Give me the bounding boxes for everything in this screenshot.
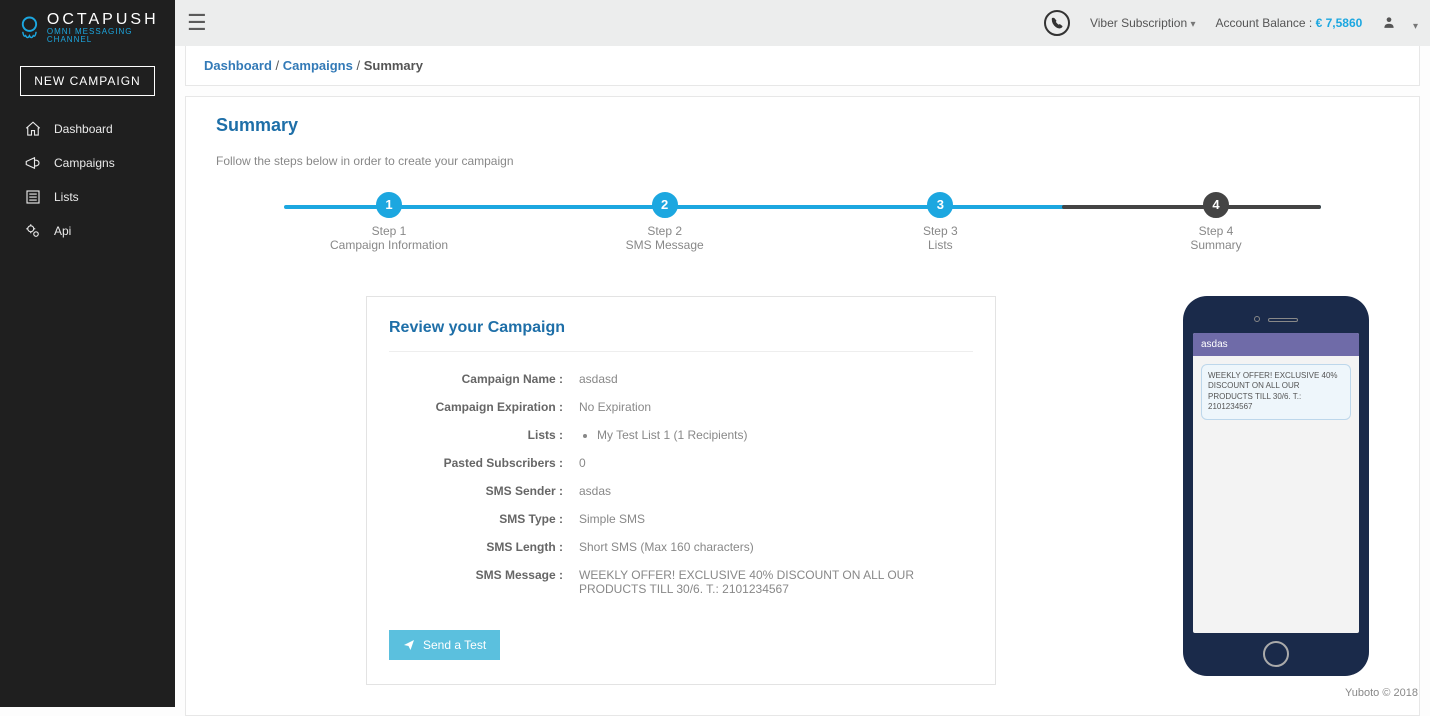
paper-plane-icon [403, 639, 415, 651]
sidebar-item-campaigns[interactable]: Campaigns [0, 146, 175, 180]
row-sender: SMS Sender : asdas [389, 484, 973, 498]
summary-panel: Summary Follow the steps below in order … [185, 96, 1420, 716]
sidebar-item-label: Dashboard [54, 122, 113, 136]
viber-label: Viber Subscription [1090, 16, 1187, 30]
brand-logo[interactable]: OCTAPUSH OMNI MESSAGING CHANNEL [0, 0, 175, 50]
step-3[interactable]: 3 Step 3 Lists [803, 192, 1079, 252]
list-icon [24, 188, 42, 206]
page-title: Summary [216, 115, 1389, 136]
viber-subscription-dropdown[interactable]: Viber Subscription ▾ [1090, 16, 1196, 30]
sidebar: OCTAPUSH OMNI MESSAGING CHANNEL NEW CAMP… [0, 0, 175, 707]
review-card: Review your Campaign Campaign Name : asd… [366, 296, 996, 685]
phone-home-button [1263, 641, 1289, 667]
brand-name: OCTAPUSH [47, 12, 165, 28]
step-wizard: 1 Step 1 Campaign Information 2 Step 2 S… [251, 192, 1354, 252]
sidebar-item-lists[interactable]: Lists [0, 180, 175, 214]
breadcrumb-campaigns[interactable]: Campaigns [283, 58, 353, 73]
sidebar-item-dashboard[interactable]: Dashboard [0, 112, 175, 146]
account-balance: Account Balance : € 7,5860 [1216, 16, 1363, 30]
phone-preview: asdas WEEKLY OFFER! EXCLUSIVE 40% DISCOU… [1183, 296, 1369, 676]
review-title: Review your Campaign [389, 319, 973, 352]
page-subtitle: Follow the steps below in order to creat… [216, 154, 1389, 168]
topbar: ☰ Viber Subscription ▾ Account Balance :… [175, 0, 1430, 46]
sidebar-item-api[interactable]: Api [0, 214, 175, 248]
sidebar-item-label: Api [54, 224, 71, 238]
row-expiration: Campaign Expiration : No Expiration [389, 400, 973, 414]
sidebar-item-label: Lists [54, 190, 79, 204]
breadcrumb-current: Summary [364, 58, 423, 73]
breadcrumb: Dashboard / Campaigns / Summary [185, 46, 1420, 86]
user-icon [1382, 15, 1396, 29]
sidebar-item-label: Campaigns [54, 156, 115, 170]
octapush-icon [18, 13, 41, 43]
content: Dashboard / Campaigns / Summary Summary … [175, 46, 1430, 707]
row-type: SMS Type : Simple SMS [389, 512, 973, 526]
user-menu[interactable]: ▾ [1382, 15, 1418, 32]
row-length: SMS Length : Short SMS (Max 160 characte… [389, 540, 973, 554]
home-icon [24, 120, 42, 138]
chevron-down-icon: ▾ [1413, 21, 1418, 32]
step-1[interactable]: 1 Step 1 Campaign Information [251, 192, 527, 252]
row-message: SMS Message : WEEKLY OFFER! EXCLUSIVE 40… [389, 568, 973, 596]
balance-value: € 7,5860 [1316, 16, 1363, 30]
breadcrumb-dashboard[interactable]: Dashboard [204, 58, 272, 73]
megaphone-icon [24, 154, 42, 172]
phone-sender: asdas [1193, 333, 1359, 356]
phone-message: WEEKLY OFFER! EXCLUSIVE 40% DISCOUNT ON … [1201, 364, 1351, 420]
gears-icon [24, 222, 42, 240]
step-2[interactable]: 2 Step 2 SMS Message [527, 192, 803, 252]
phone-top [1193, 306, 1359, 333]
chevron-down-icon: ▾ [1190, 19, 1195, 30]
send-test-button[interactable]: Send a Test [389, 630, 500, 660]
footer-copyright: Yuboto © 2018 [1345, 687, 1418, 699]
brand-tagline: OMNI MESSAGING CHANNEL [47, 28, 165, 44]
menu-toggle-icon[interactable]: ☰ [187, 10, 207, 36]
step-4[interactable]: 4 Step 4 Summary [1078, 192, 1354, 252]
phone-screen: asdas WEEKLY OFFER! EXCLUSIVE 40% DISCOU… [1193, 333, 1359, 633]
sidebar-nav: Dashboard Campaigns Lists Api [0, 112, 175, 248]
viber-icon[interactable] [1044, 10, 1070, 36]
row-lists: Lists : My Test List 1 (1 Recipients) [389, 428, 973, 442]
row-pasted: Pasted Subscribers : 0 [389, 456, 973, 470]
row-campaign-name: Campaign Name : asdasd [389, 372, 973, 386]
new-campaign-button[interactable]: NEW CAMPAIGN [20, 66, 155, 96]
